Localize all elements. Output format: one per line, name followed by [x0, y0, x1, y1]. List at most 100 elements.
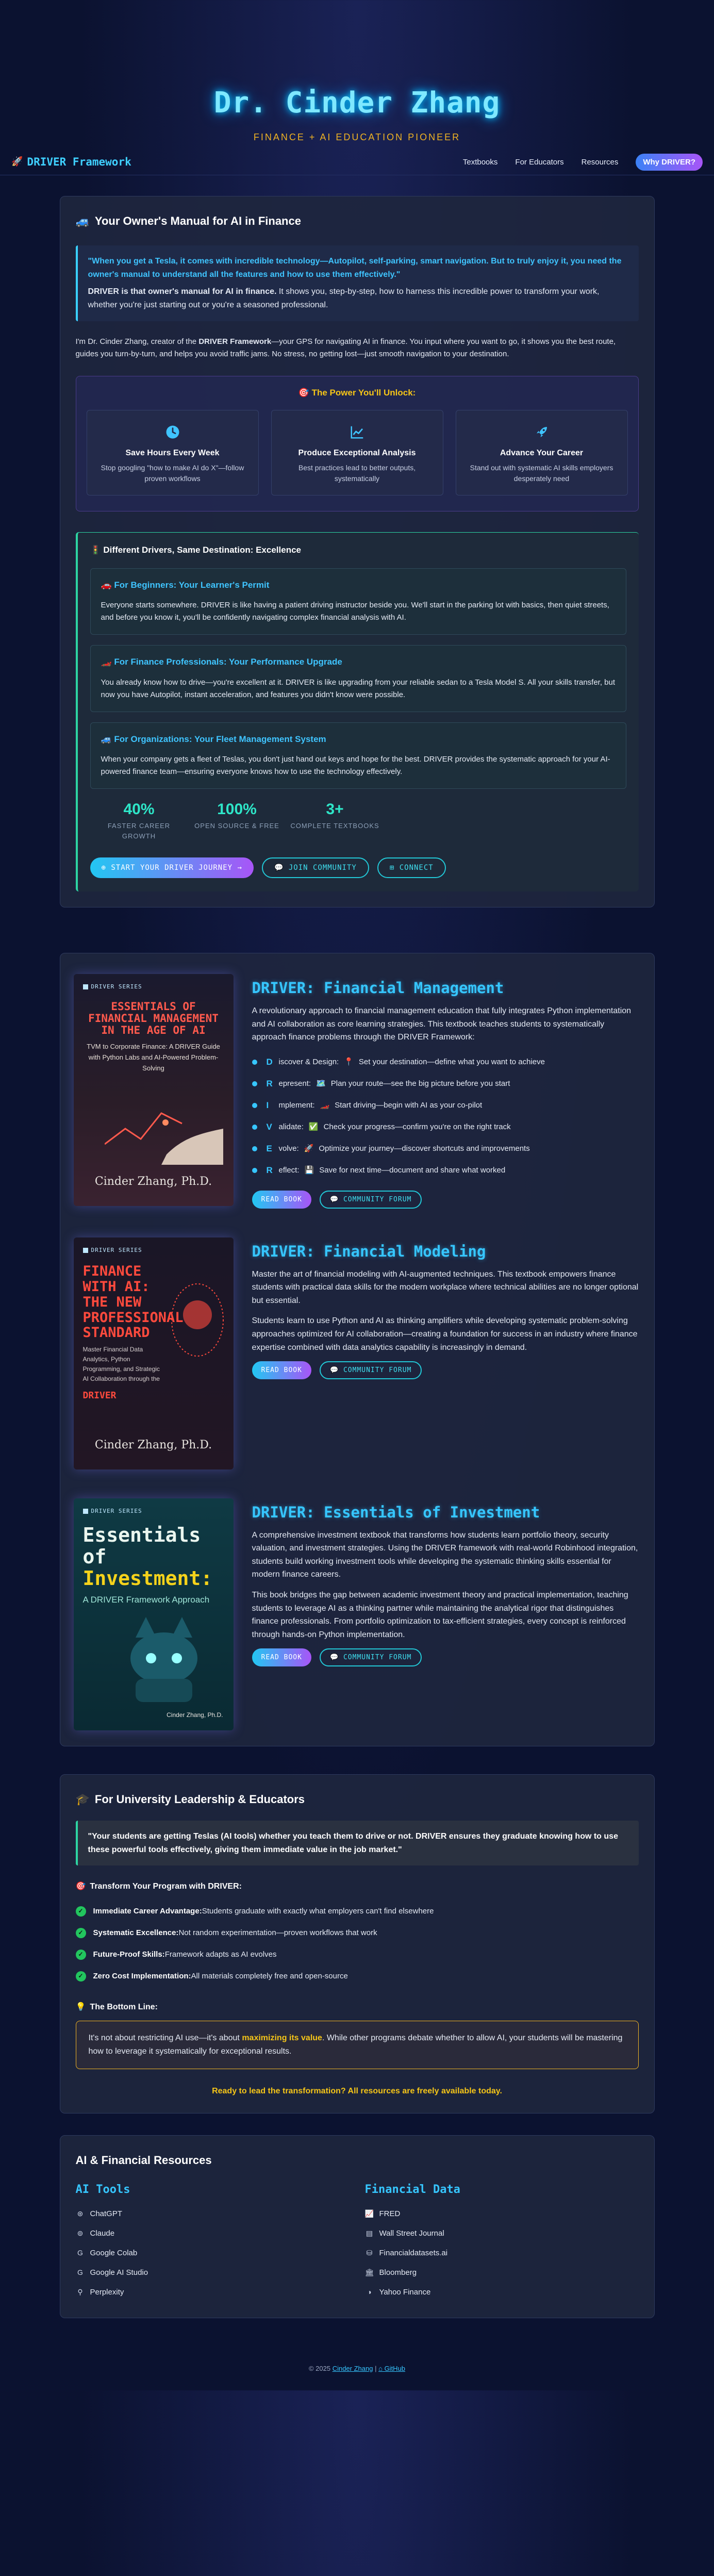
resource-link-perplexity[interactable]: ⚲ Perplexity	[76, 2283, 350, 2302]
financial-data-column: Financial Data 📈 FRED ▤ Wall Street Journa…	[365, 2181, 639, 2302]
stat-open-source: 100% OPEN SOURCE & FREE	[194, 800, 279, 830]
chat-icon: 💬	[329, 1654, 339, 1662]
footer-author-link[interactable]: Cinder Zhang	[333, 2365, 373, 2372]
claude-icon: ⊚	[77, 2229, 84, 2238]
google-icon: G	[77, 2249, 83, 2257]
cover-author: Cinder Zhang, Ph.D.	[94, 1175, 212, 1188]
why-driver-button[interactable]: Why DRIVER?	[636, 153, 703, 171]
power-card-save-hours: Save Hours Every Week Stop googling "how…	[86, 409, 259, 496]
cover-title: ESSENTIALS OF FINANCIAL MANAGEMENT IN TH…	[88, 1000, 219, 1037]
footer: © 2025 Cinder Zhang | ⌂ GitHub	[308, 2364, 406, 2372]
driver-steps: Discover & Design: 📍 Set your destination—…	[252, 1051, 641, 1181]
nav-link-textbooks[interactable]: Textbooks	[463, 158, 498, 167]
check-icon: ✓	[75, 1949, 86, 1960]
step-discover: Discover & Design: 📍 Set your destination—…	[252, 1051, 641, 1073]
cover-title: Essentials of Investment:	[82, 1524, 213, 1590]
power-card-career: Advance Your Career Stand out with syste…	[455, 409, 628, 496]
book-title[interactable]: DRIVER: Financial Management	[252, 979, 641, 997]
stat-textbooks: 3+ COMPLETE TEXTBOOKS	[290, 800, 379, 830]
race-car-icon: 🏎️	[101, 657, 112, 667]
drivers-title: 🚦 Different Drivers, Same Destination: E…	[90, 544, 302, 555]
book-cover[interactable]: DRIVER SERIES FINANCE WITH AI: THE NEW P…	[73, 1237, 234, 1469]
clock-icon	[96, 424, 249, 441]
site-subtitle: FINANCE + AI EDUCATION PIONEER	[253, 132, 461, 142]
cover-subtitle: Master Financial Data Analytics, Python …	[82, 1345, 160, 1383]
book-description-2: Students learn to use Python and AI as t…	[252, 1316, 638, 1352]
brand[interactable]: 🚀 DRIVER Framework	[11, 154, 131, 171]
book-essentials-investment: DRIVER SERIES Essentials of Investment: …	[73, 1498, 641, 1730]
read-book-button[interactable]: READ BOOK	[252, 1648, 311, 1667]
github-icon: ⌂	[378, 2364, 383, 2372]
check-icon: ✓	[75, 1906, 86, 1917]
community-forum-button[interactable]: 💬 COMMUNITY FORUM	[319, 1361, 422, 1380]
driver-box-professionals: 🏎️ For Finance Professionals: Your Perfo…	[90, 645, 626, 712]
power-panel: 🎯 The Power You'll Unlock: Save Hours Ev…	[75, 375, 639, 511]
search-icon: ⚲	[77, 2288, 83, 2297]
brand-label: DRIVER Framework	[27, 155, 131, 168]
chatgpt-icon: ⊛	[77, 2209, 84, 2218]
robot-hand-icon	[104, 1112, 223, 1165]
cover-subtitle: TVM to Corporate Finance: A DRIVER Guide…	[87, 1043, 220, 1072]
university-section: 🎓 For University Leadership & Educators "…	[59, 1774, 655, 2114]
resource-link-wsj[interactable]: ▤ Wall Street Journal	[365, 2224, 639, 2243]
rocket-icon	[466, 424, 618, 441]
series-icon	[82, 1508, 88, 1514]
book-description: Master the art of financial modeling wit…	[252, 1269, 639, 1305]
resource-link-financialdatasets[interactable]: ⛁ Financialdatasets.ai	[365, 2243, 639, 2263]
start-journey-button[interactable]: ⊕ START YOUR DRIVER JOURNEY →	[90, 857, 254, 879]
community-forum-button[interactable]: 💬 COMMUNITY FORUM	[319, 1648, 422, 1667]
power-title: 🎯 The Power You'll Unlock:	[298, 387, 416, 398]
book-financial-modeling: DRIVER SERIES FINANCE WITH AI: THE NEW P…	[73, 1237, 641, 1469]
check-icon: ✓	[75, 1927, 86, 1938]
resource-link-yahoo[interactable]: ◑ Yahoo Finance	[365, 2283, 639, 2302]
stats-row: 40% FASTER CAREER GROWTH 100% OPEN SOURCE …	[90, 800, 400, 843]
resource-link-bloomberg[interactable]: 🏛 Bloomberg	[365, 2263, 639, 2283]
read-book-button[interactable]: READ BOOK	[252, 1361, 311, 1380]
driver-box-beginners: 🚗 For Beginners: Your Learner's Permit E…	[90, 568, 626, 635]
join-community-button[interactable]: 💬 JOIN COMMUNITY	[261, 857, 369, 879]
target-icon: 🎯	[75, 1882, 86, 1891]
newspaper-icon: ▤	[366, 2229, 373, 2238]
yahoo-icon: ◑	[367, 2288, 372, 2297]
cat-mascot-icon	[130, 1616, 197, 1702]
link-icon: ⊞	[389, 864, 395, 872]
graduation-icon: 🎓	[75, 1792, 90, 1806]
resource-link-ai-studio[interactable]: G Google AI Studio	[76, 2263, 350, 2283]
book-title[interactable]: DRIVER: Financial Modeling	[252, 1243, 641, 1261]
resource-link-fred[interactable]: 📈 FRED	[365, 2204, 639, 2224]
book-title[interactable]: DRIVER: Essentials of Investment	[252, 1504, 641, 1522]
book-cover[interactable]: DRIVER SERIES ESSENTIALS OF FINANCIAL MA…	[73, 974, 234, 1207]
nav-link-educators[interactable]: For Educators	[515, 158, 563, 167]
book-description: A revolutionary approach to financial ma…	[252, 1006, 632, 1042]
chat-icon: 💬	[329, 1366, 339, 1375]
step-represent: Represent: 🗺️ Plan your route—see the big …	[252, 1073, 641, 1095]
community-forum-button[interactable]: 💬 COMMUNITY FORUM	[319, 1190, 422, 1209]
play-icon: ⊕	[101, 864, 106, 872]
connect-button[interactable]: ⊞ CONNECT	[377, 857, 446, 879]
footer-github-link[interactable]: ⌂ GitHub	[378, 2365, 405, 2372]
benefit-item: ✓ Immediate Career Advantage:Students gra…	[75, 1901, 639, 1922]
resources-section: AI & Financial Resources AI Tools ⊛ ChatG…	[59, 2135, 655, 2318]
book-cover[interactable]: DRIVER SERIES Essentials of Investment: …	[73, 1498, 234, 1730]
hero: Dr. Cinder Zhang FINANCE + AI EDUCATION …	[0, 0, 714, 150]
owners-manual-section: 🚙 Your Owner's Manual for AI in Finance "…	[59, 196, 655, 908]
read-book-button[interactable]: READ BOOK	[252, 1190, 311, 1209]
stat-career-growth: 40% FASTER CAREER GROWTH	[107, 800, 171, 840]
nav-link-resources[interactable]: Resources	[582, 158, 619, 167]
quote-text: "When you get a Tesla, it comes with inc…	[88, 257, 622, 279]
resource-link-chatgpt[interactable]: ⊛ ChatGPT	[76, 2204, 350, 2224]
cover-author: Cinder Zhang, Ph.D.	[167, 1711, 223, 1719]
benefit-item: ✓ Future-Proof Skills:Framework adapts as…	[75, 1944, 639, 1966]
site-title: Dr. Cinder Zhang	[213, 86, 501, 120]
ai-tools-column: AI Tools ⊛ ChatGPT ⊚ Claude G Google Colab …	[76, 2181, 350, 2302]
section-title: 🎓 For University Leadership & Educators	[76, 1790, 639, 1808]
resource-link-claude[interactable]: ⊚ Claude	[76, 2224, 350, 2243]
transform-title: 🎯 Transform Your Program with DRIVER:	[76, 1880, 639, 1893]
main-content: 🚙 Your Owner's Manual for AI in Finance "…	[59, 196, 655, 2318]
lightbulb-icon: 💡	[75, 2002, 86, 2011]
textbooks-section: DRIVER SERIES ESSENTIALS OF FINANCIAL MA…	[59, 953, 655, 1746]
resource-link-colab[interactable]: G Google Colab	[76, 2243, 350, 2263]
cover-driver: DRIVER	[82, 1390, 117, 1401]
bottom-line-box: It's not about restricting AI use—it's a…	[75, 2021, 639, 2069]
series-icon	[82, 1247, 88, 1253]
